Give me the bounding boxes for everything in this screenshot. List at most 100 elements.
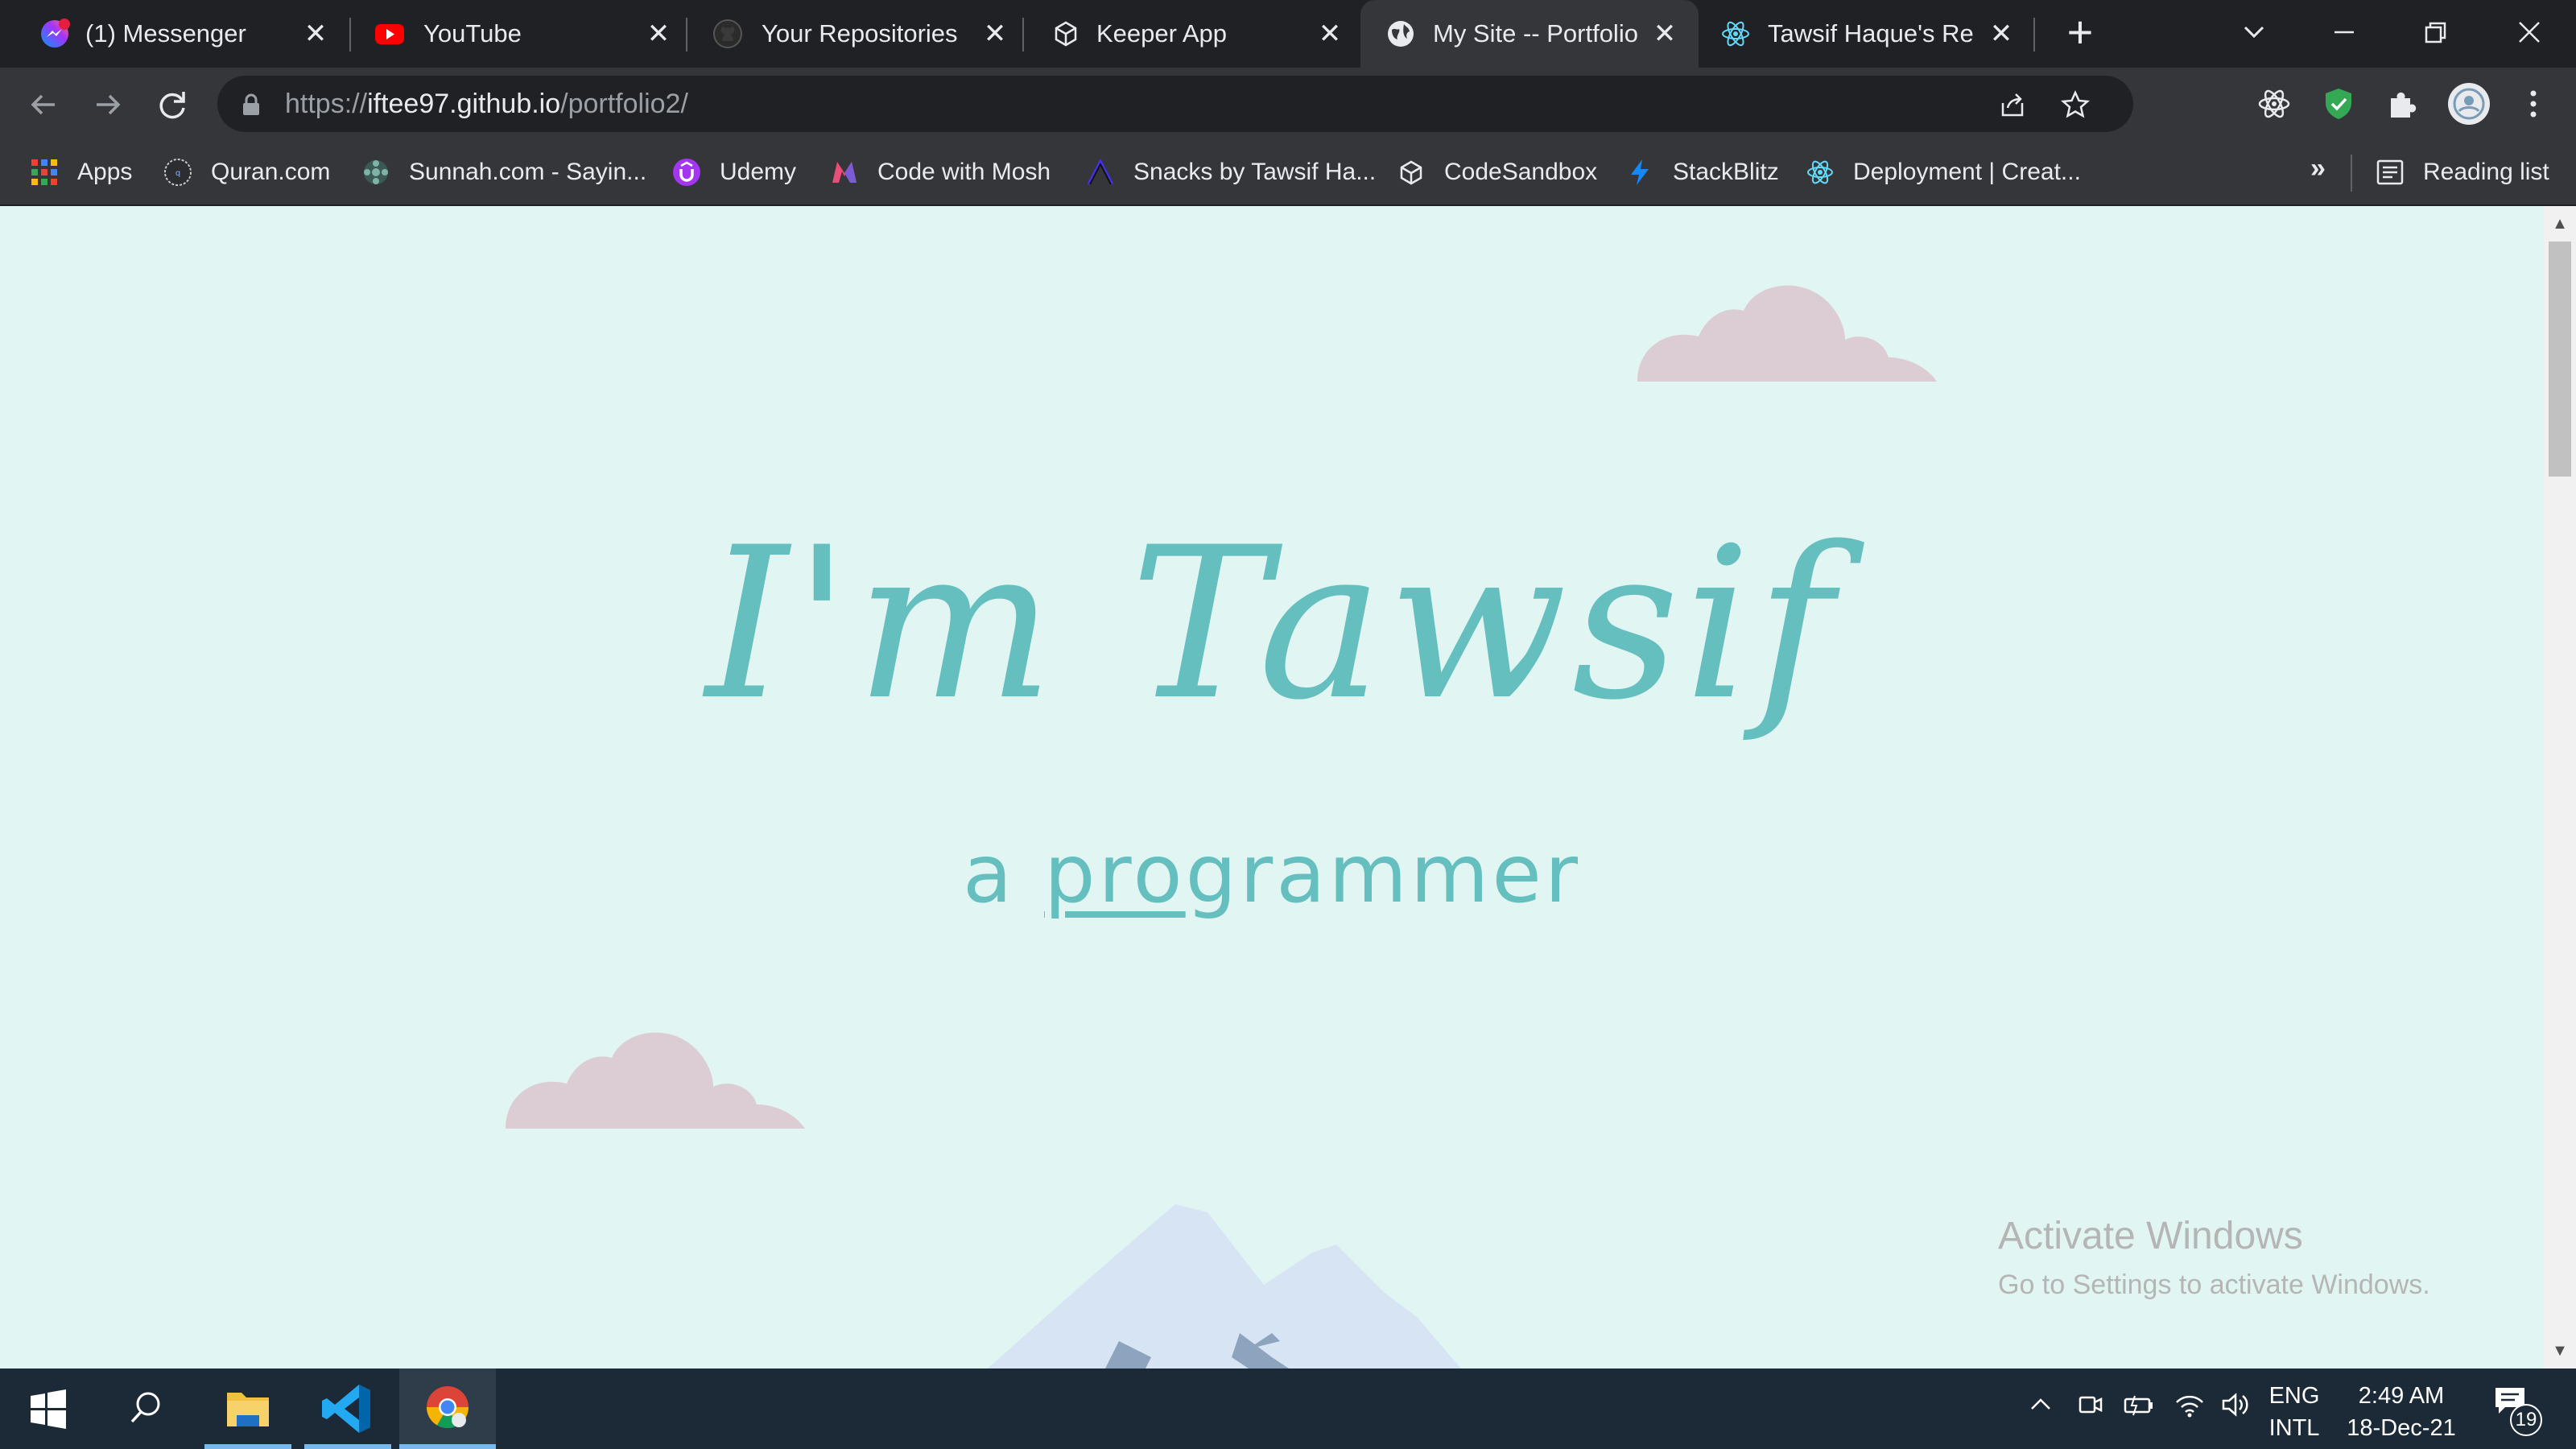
close-tab-icon[interactable]: ✕ — [977, 16, 1013, 52]
scroll-thumb[interactable] — [2549, 242, 2571, 477]
meet-now-icon[interactable] — [2077, 1391, 2104, 1418]
youtube-icon — [375, 24, 404, 44]
close-tab-icon[interactable]: ✕ — [1647, 16, 1682, 52]
running-indicator — [304, 1444, 391, 1449]
bookmarks-overflow-chevron-icon[interactable]: » — [2310, 153, 2326, 184]
close-tab-icon[interactable]: ✕ — [1312, 16, 1348, 52]
lock-icon[interactable] — [242, 93, 261, 116]
bookmark-label: Apps — [77, 159, 133, 185]
url-path: /portfolio2/ — [560, 89, 688, 119]
subtitle-rest: grammer — [1185, 827, 1581, 921]
hero-subtitle: a programmer — [0, 826, 2544, 923]
tab-title: Your Repositories — [762, 19, 958, 47]
action-center-button[interactable]: 19 — [2492, 1385, 2549, 1436]
bookmark-udemy[interactable]: Udemy — [671, 155, 796, 190]
tab-title: (1) Messenger — [85, 19, 246, 47]
close-tab-icon[interactable]: ✕ — [641, 16, 676, 52]
bookmark-quran[interactable]: q Quran.com — [163, 155, 330, 190]
snack-icon — [1087, 158, 1114, 185]
tab-portfolio[interactable]: My Site -- Portfolio ✕ — [1360, 0, 1699, 68]
search-icon[interactable] — [97, 1368, 193, 1449]
bookmark-apps[interactable]: Apps — [29, 155, 132, 190]
bookmark-label: Sunnah.com - Sayin... — [409, 159, 647, 185]
bookmark-code-with-mosh[interactable]: Code with Mosh — [829, 155, 1051, 190]
windows-start-icon[interactable] — [0, 1368, 97, 1449]
language-code: ENG — [2268, 1383, 2320, 1409]
minimize-icon[interactable] — [2320, 8, 2368, 56]
activate-windows-watermark: Activate Windows Go to Settings to activ… — [1998, 1211, 2430, 1304]
notification-count-badge: 19 — [2510, 1404, 2542, 1436]
scroll-down-arrow-icon[interactable]: ▼ — [2552, 1343, 2568, 1359]
bookmark-stackblitz[interactable]: StackBlitz — [1624, 155, 1779, 190]
input-language-indicator[interactable]: ENG INTL — [2262, 1380, 2326, 1444]
chrome-taskbar-button[interactable] — [399, 1368, 496, 1449]
vscode-taskbar-button[interactable] — [299, 1368, 396, 1449]
mosh-icon — [832, 162, 857, 183]
reload-icon[interactable] — [151, 84, 193, 126]
tab-resume[interactable]: Tawsif Haque's Resu ✕ — [1699, 0, 2033, 68]
github-icon — [713, 19, 742, 48]
bookmarks-bar: Apps q Quran.com Sunnah.com - Sayin... U… — [0, 140, 2576, 206]
volume-icon[interactable] — [2220, 1391, 2252, 1418]
codesandbox-icon — [1055, 21, 1077, 47]
page-viewport: I'm Tawsif a programmer Activate Windows… — [0, 206, 2544, 1368]
cloud-bottom-left — [506, 1032, 805, 1129]
address-bar[interactable]: https://iftee97.github.io/portfolio2/ — [217, 76, 2133, 132]
wifi-icon[interactable] — [2174, 1391, 2206, 1418]
bookmark-codesandbox[interactable]: CodeSandbox — [1396, 155, 1597, 190]
react-devtools-icon[interactable] — [2256, 85, 2293, 122]
reading-list-icon — [2376, 159, 2404, 185]
battery-icon[interactable] — [2122, 1391, 2156, 1418]
bookmark-label: Deployment | Creat... — [1853, 159, 2081, 185]
stackblitz-icon — [1631, 159, 1649, 185]
bookmark-label: Quran.com — [211, 159, 331, 185]
close-tab-icon[interactable]: ✕ — [1984, 16, 2019, 52]
file-explorer-taskbar-button[interactable] — [200, 1368, 296, 1449]
tab-repositories[interactable]: Your Repositories ✕ — [675, 0, 1011, 68]
react-icon — [1722, 21, 1749, 47]
extensions-puzzle-icon[interactable] — [2384, 85, 2421, 122]
watermark-subtitle: Go to Settings to activate Windows. — [1998, 1269, 2430, 1300]
url-text[interactable]: https://iftee97.github.io/portfolio2/ — [285, 87, 688, 121]
tab-keeper-app[interactable]: Keeper App ✕ — [1011, 0, 1348, 68]
folder-icon — [227, 1393, 269, 1426]
clock-date: 18-Dec-21 — [2347, 1415, 2456, 1441]
new-tab-button[interactable]: + — [2058, 10, 2103, 56]
restore-icon[interactable] — [2412, 8, 2460, 56]
page-scrollbar[interactable]: ▲ ▼ — [2544, 206, 2576, 1368]
forward-arrow-icon[interactable] — [87, 84, 129, 126]
bookmark-deployment[interactable]: Deployment | Creat... — [1805, 155, 2081, 190]
url-host: iftee97.github.io — [367, 89, 561, 119]
share-icon[interactable] — [1996, 89, 2029, 121]
taskbar-clock[interactable]: 2:49 AM 18-Dec-21 — [2341, 1380, 2462, 1444]
messenger-icon — [41, 19, 70, 47]
bookmark-label: Code with Mosh — [877, 159, 1051, 185]
sunnah-icon — [364, 160, 388, 184]
bookmark-snacks[interactable]: Snacks by Tawsif Ha... — [1085, 155, 1376, 190]
hero-headline: I'm Tawsif — [705, 503, 1839, 746]
bookmark-sunnah[interactable]: Sunnah.com - Sayin... — [361, 155, 646, 190]
show-hidden-icons-chevron-icon[interactable] — [2027, 1391, 2054, 1418]
tab-title: Tawsif Haque's Resu — [1768, 19, 1974, 47]
profile-avatar-icon[interactable] — [2447, 82, 2491, 126]
tab-search-chevron-icon[interactable] — [2230, 8, 2278, 56]
reading-list-button[interactable]: Reading list — [2375, 155, 2549, 190]
back-arrow-icon[interactable] — [23, 84, 64, 126]
react-icon — [1807, 160, 1833, 184]
bookmarks-divider — [2351, 155, 2352, 192]
bookmark-label: Snacks by Tawsif Ha... — [1133, 159, 1377, 185]
quran-icon: q — [164, 159, 192, 186]
close-window-icon[interactable] — [2505, 8, 2553, 56]
browser-toolbar: https://iftee97.github.io/portfolio2/ — [0, 68, 2576, 140]
subtitle-prefix: a — [963, 827, 1045, 921]
bookmark-star-icon[interactable] — [2059, 89, 2091, 121]
tab-youtube[interactable]: YouTube ✕ — [338, 0, 675, 68]
url-scheme: https:// — [285, 89, 368, 119]
tab-messenger[interactable]: (1) Messenger ✕ — [0, 0, 346, 68]
scroll-up-arrow-icon[interactable]: ▲ — [2552, 216, 2568, 232]
shield-extension-icon[interactable] — [2320, 85, 2357, 122]
tab-strip: (1) Messenger ✕ YouTube ✕ Your Repositor… — [0, 0, 2576, 68]
close-tab-icon[interactable]: ✕ — [298, 16, 333, 52]
running-indicator — [399, 1444, 496, 1449]
more-menu-icon[interactable] — [2515, 85, 2552, 122]
